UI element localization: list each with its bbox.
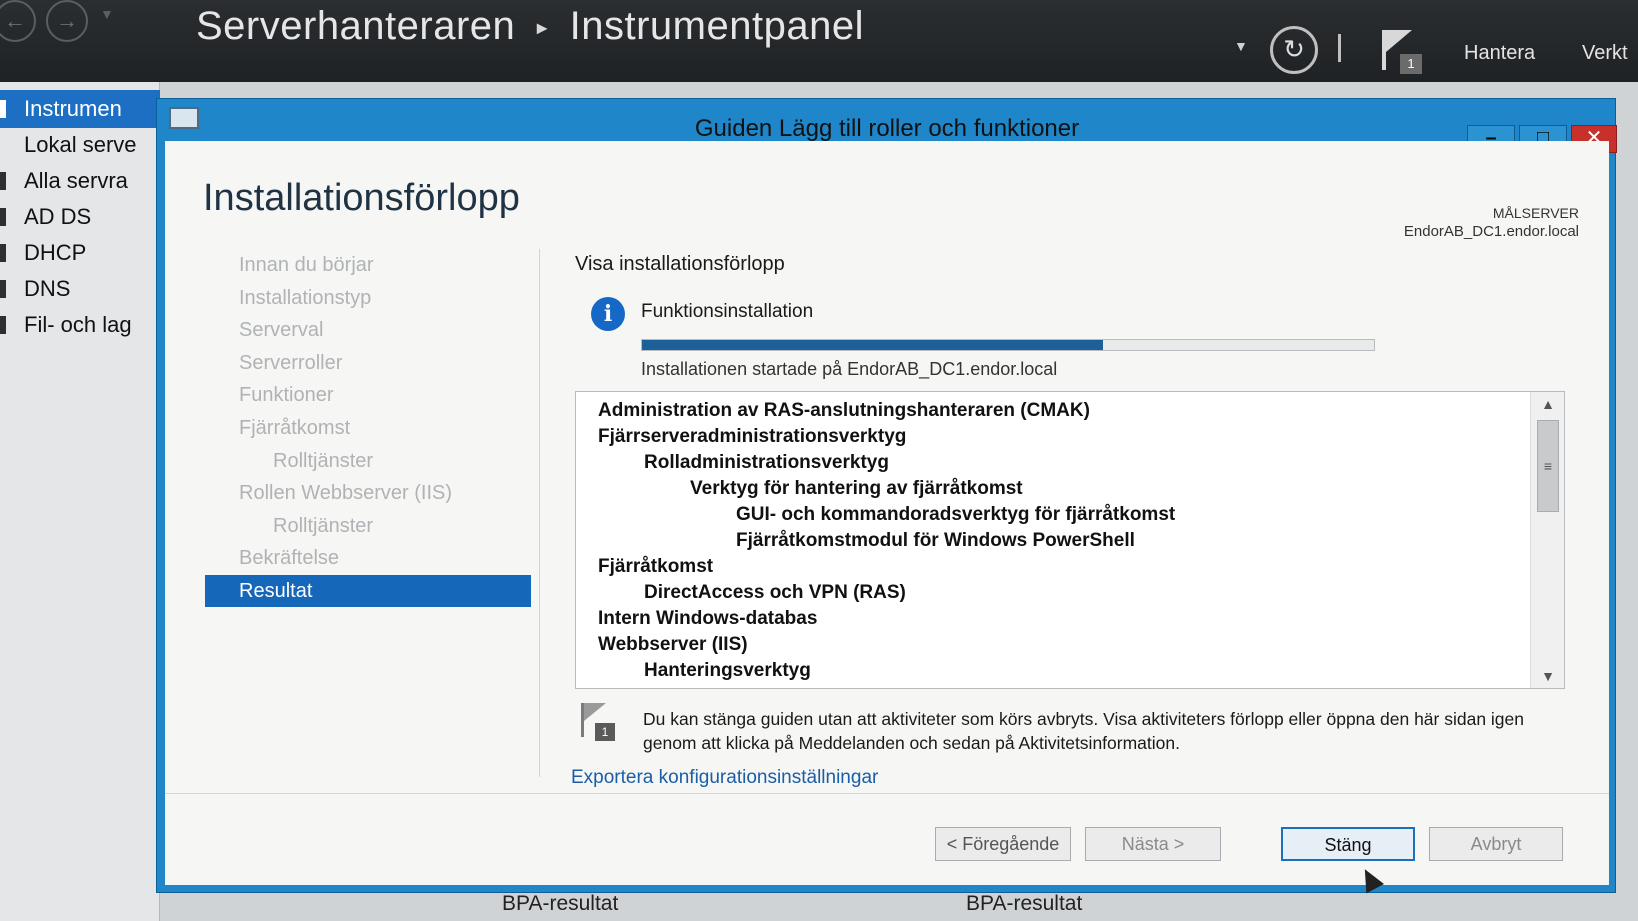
feature-list-box: Administration av RAS-anslutningshantera… (575, 391, 1565, 689)
toolbar-divider (1338, 34, 1341, 62)
wizard-step[interactable]: Funktioner (205, 379, 531, 411)
bpa-results-heading: BPA-resultat (966, 892, 1083, 915)
wizard-step[interactable]: Resultat (205, 575, 531, 607)
feature-item: Fjärråtkomstmodul för Windows PowerShell (736, 530, 1135, 551)
sidebar-item-icon (0, 244, 6, 262)
sidebar-item-label: Alla servra (24, 168, 128, 193)
sidebar-item[interactable]: Alla servra (0, 162, 160, 200)
note-flag-count: 1 (595, 723, 615, 741)
close-info-note: Du kan stänga guiden utan att aktivitete… (643, 709, 1525, 753)
feature-item: DirectAccess och VPN (RAS) (644, 582, 906, 603)
feature-item: Intern Windows-databas (598, 608, 818, 629)
notification-flag-icon: 1 (579, 703, 619, 741)
previous-button[interactable]: < Föregående (935, 827, 1071, 861)
info-icon: i (591, 297, 625, 331)
forward-icon[interactable]: → (46, 0, 88, 42)
wizard-content: Installationsförlopp MÅLSERVER EndorAB_D… (165, 141, 1609, 885)
server-manager-sidebar: Instrumen Lokal serve Alla servra AD DS … (0, 82, 160, 921)
installation-progress-bar (641, 339, 1375, 351)
notification-count-badge: 1 (1400, 54, 1422, 74)
export-settings-link[interactable]: Exportera konfigurationsinställningar (571, 767, 878, 789)
wizard-step[interactable]: Rolltjänster (205, 510, 531, 542)
breadcrumb: Serverhanteraren ► Instrumentpanel (196, 4, 864, 49)
breadcrumb-separator-icon: ► (533, 17, 552, 38)
sidebar-item-icon (0, 208, 6, 226)
feature-list: Administration av RAS-anslutningshantera… (576, 398, 1530, 684)
scroll-down-icon[interactable]: ▼ (1531, 664, 1564, 688)
refresh-icon[interactable]: ↻ (1270, 26, 1318, 74)
feature-item: Administration av RAS-anslutningshantera… (598, 400, 1090, 421)
sidebar-item[interactable]: Instrumen (0, 90, 160, 128)
scrollbar-thumb[interactable]: ≡ (1537, 420, 1559, 512)
breadcrumb-page: Instrumentpanel (569, 4, 864, 48)
sidebar-item-label: Instrumen (24, 96, 122, 121)
notifications-flag-icon[interactable]: 1 (1378, 28, 1422, 76)
server-manager-topbar: ← → ▼ Serverhanteraren ► Instrumentpanel ▼… (0, 0, 1638, 82)
back-icon[interactable]: ← (0, 0, 36, 42)
wizard-step[interactable]: Fjärråtkomst (205, 412, 531, 444)
feature-item: GUI- och kommandoradsverktyg för fjärråt… (736, 504, 1176, 525)
feature-item: Webbserver (IIS) (598, 634, 748, 655)
page-title: Installationsförlopp (203, 177, 520, 219)
sidebar-item-label: DHCP (24, 240, 87, 265)
sidebar-item[interactable]: DNS (0, 270, 160, 308)
progress-title: Funktionsinstallation (641, 301, 814, 322)
footer-divider (165, 793, 1609, 794)
bpa-results-heading: BPA-resultat (502, 892, 619, 915)
progress-status: Installationen startade på EndorAB_DC1.e… (641, 359, 1058, 379)
wizard-step[interactable]: Serverval (205, 314, 531, 346)
sidebar-item-icon (0, 280, 6, 298)
sidebar-item-icon (0, 172, 6, 190)
wizard-step[interactable]: Serverroller (205, 347, 531, 379)
sidebar-item[interactable]: AD DS (0, 198, 160, 236)
close-button[interactable]: Stäng (1281, 827, 1415, 861)
wizard-step[interactable]: Bekräftelse (205, 542, 531, 574)
breadcrumb-root[interactable]: Serverhanteraren (196, 4, 515, 48)
feature-list-scrollbar[interactable]: ▲ ≡ ▼ (1530, 392, 1564, 688)
feature-item: Fjärråtkomst (598, 556, 714, 577)
sidebar-item-label: Fil- och lag (24, 312, 132, 337)
sidebar-item[interactable]: DHCP (0, 234, 160, 272)
wizard-title: Guiden Lägg till roller och funktioner (694, 115, 1080, 142)
target-server-value: EndorAB_DC1.endor.local (1403, 223, 1579, 240)
tools-menu[interactable]: Verkt (1582, 42, 1628, 65)
feature-item: Verktyg för hantering av fjärråtkomst (690, 478, 1023, 499)
wizard-step[interactable]: Rollen Webbserver (IIS) (205, 477, 531, 509)
sidebar-item-icon (0, 100, 6, 118)
toolbar-dropdown-icon[interactable]: ▼ (1234, 38, 1248, 54)
wizard-step[interactable]: Rolltjänster (205, 445, 531, 477)
wizard-step-list: Innan du börjar Installationstyp Serverv… (205, 249, 531, 809)
cancel-button[interactable]: Avbryt (1429, 827, 1563, 861)
progress-fill (642, 340, 1104, 350)
section-title: Visa installationsförlopp (575, 253, 785, 275)
wizard-step[interactable]: Innan du börjar (205, 249, 531, 281)
sidebar-item[interactable]: Fil- och lag (0, 306, 160, 344)
feature-item: Rolladministrationsverktyg (644, 452, 889, 473)
sidebar-item-label: Lokal serve (24, 132, 137, 157)
manage-menu[interactable]: Hantera (1464, 42, 1535, 65)
target-server-label: MÅLSERVER (1492, 205, 1579, 221)
add-roles-wizard-window: Guiden Lägg till roller och funktioner –… (156, 98, 1617, 893)
steps-divider (539, 249, 540, 777)
history-dropdown-icon[interactable]: ▼ (100, 6, 114, 22)
sidebar-item[interactable]: Lokal serve (0, 126, 160, 164)
feature-item: Fjärrserveradministrationsverktyg (598, 426, 907, 447)
sidebar-item-label: DNS (24, 276, 71, 301)
next-button[interactable]: Nästa > (1085, 827, 1221, 861)
scroll-up-icon[interactable]: ▲ (1531, 392, 1564, 416)
sidebar-item-label: AD DS (24, 204, 92, 229)
sidebar-item-icon (0, 316, 6, 334)
wizard-step[interactable]: Installationstyp (205, 282, 531, 314)
feature-item: Hanteringsverktyg (644, 660, 811, 681)
